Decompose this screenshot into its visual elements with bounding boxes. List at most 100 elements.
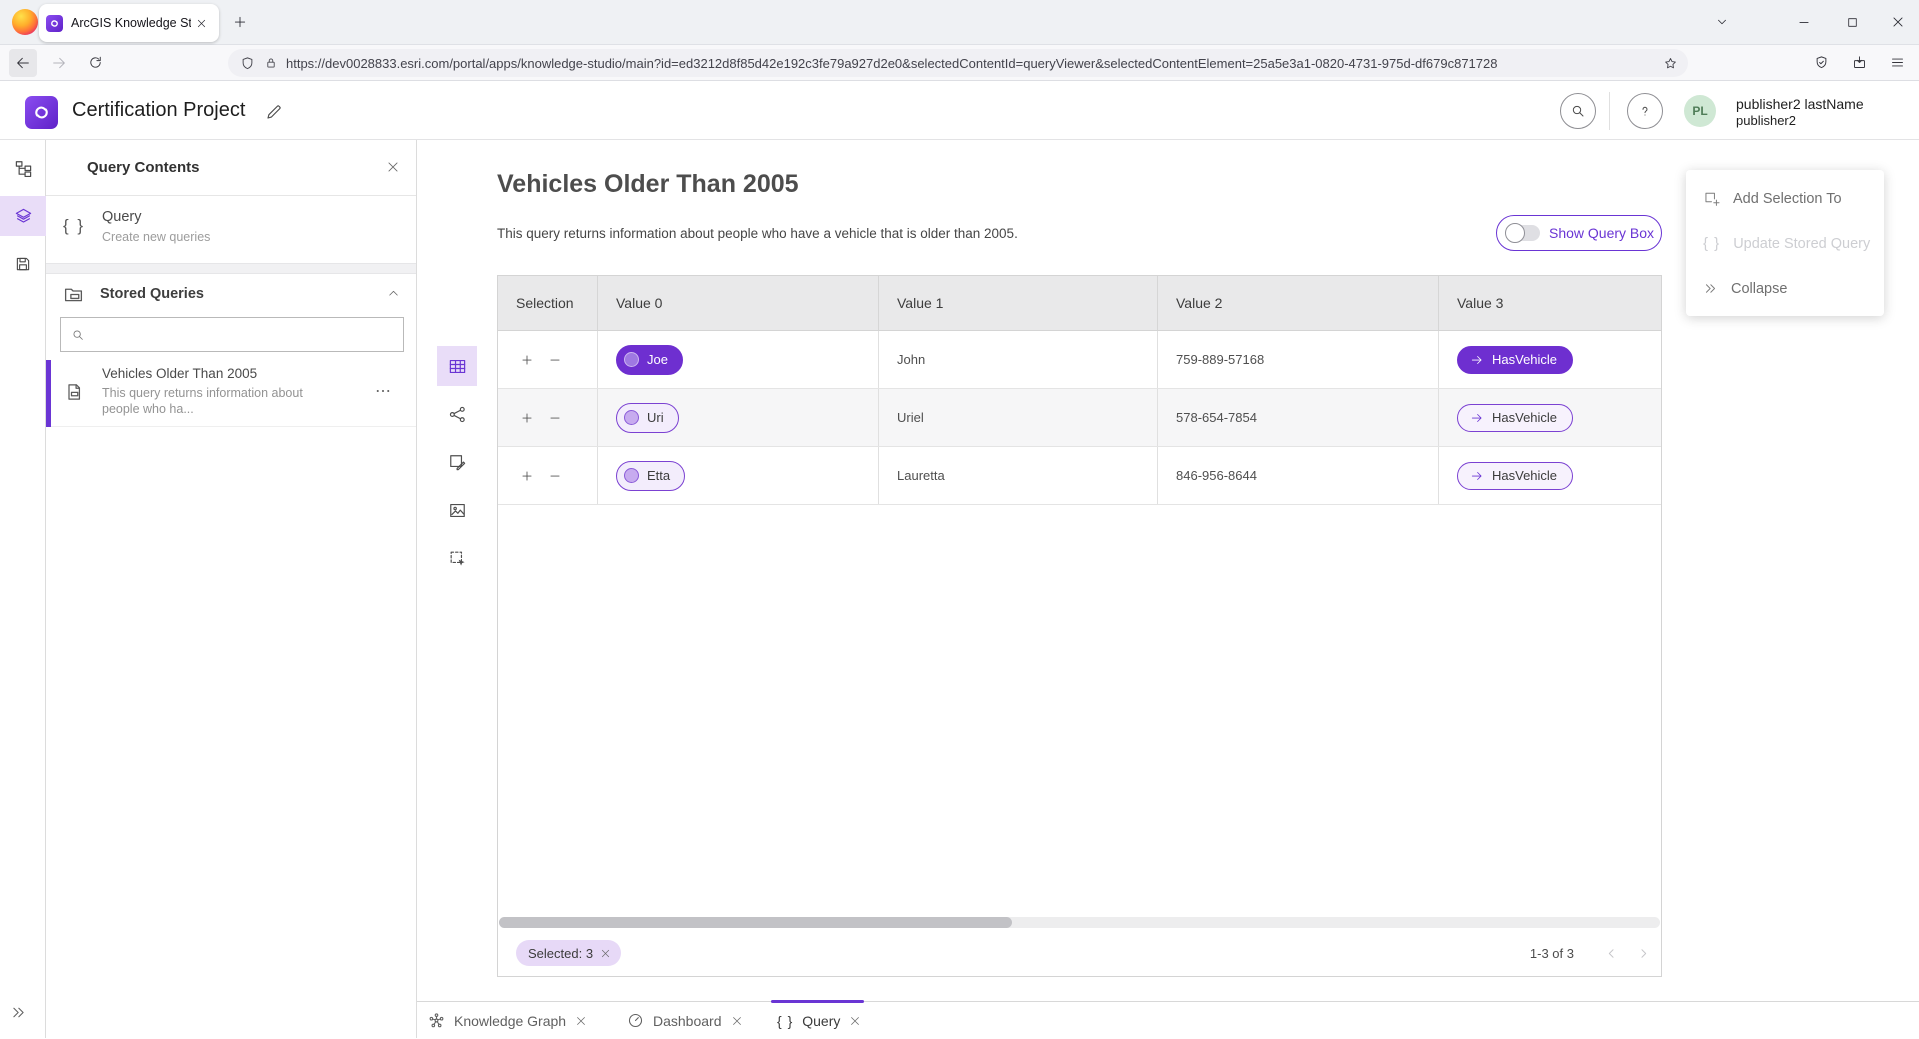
help-button[interactable] bbox=[1627, 93, 1663, 129]
entity-pill[interactable]: Joe bbox=[616, 345, 683, 375]
arrow-right-icon bbox=[1470, 411, 1484, 425]
search-button[interactable] bbox=[1560, 93, 1596, 129]
contents-layers-icon[interactable] bbox=[0, 196, 46, 236]
braces-icon: { } bbox=[1703, 235, 1720, 252]
add-to-selection-icon[interactable] bbox=[516, 407, 538, 429]
firefox-icon[interactable] bbox=[12, 9, 38, 35]
remove-from-selection-icon[interactable] bbox=[544, 407, 566, 429]
reload-button[interactable] bbox=[81, 49, 109, 77]
close-tab-icon[interactable] bbox=[849, 1015, 861, 1027]
new-tab-button[interactable] bbox=[227, 9, 253, 35]
double-chevron-right-icon bbox=[1703, 281, 1718, 296]
bottom-tab-bar: Knowledge Graph Dashboard { } Query bbox=[417, 1001, 1919, 1038]
selected-count-chip[interactable]: Selected: 3 bbox=[516, 940, 621, 966]
remove-from-selection-icon[interactable] bbox=[544, 465, 566, 487]
next-page-icon[interactable] bbox=[1635, 945, 1651, 961]
column-header[interactable]: Selection bbox=[498, 276, 598, 330]
stored-queries-header[interactable]: Stored Queries bbox=[46, 274, 416, 314]
selected-indicator bbox=[46, 360, 51, 427]
window-maximize-icon[interactable] bbox=[1839, 9, 1865, 35]
library-icon[interactable] bbox=[1846, 49, 1872, 75]
clear-selection-icon[interactable] bbox=[600, 948, 611, 959]
save-icon[interactable] bbox=[0, 244, 46, 284]
relationship-pill[interactable]: HasVehicle bbox=[1457, 346, 1573, 374]
cell-value: 578-654-7854 bbox=[1158, 389, 1439, 446]
add-to-selection-icon[interactable] bbox=[516, 465, 538, 487]
panel-close-icon[interactable] bbox=[386, 160, 400, 174]
shield-icon[interactable] bbox=[1808, 49, 1834, 75]
window-close-icon[interactable] bbox=[1885, 9, 1911, 35]
menu-item-update-stored-query[interactable]: { } Update Stored Query bbox=[1686, 221, 1884, 266]
scrollbar-thumb[interactable] bbox=[499, 917, 1012, 928]
column-header[interactable]: Value 3 bbox=[1439, 276, 1661, 330]
user-avatar[interactable]: PL bbox=[1684, 95, 1716, 127]
query-item[interactable]: { } Query Create new queries bbox=[46, 196, 416, 263]
table-view-icon[interactable] bbox=[437, 346, 477, 386]
link-chart-view-icon[interactable] bbox=[437, 394, 477, 434]
data-model-icon[interactable] bbox=[0, 148, 46, 188]
project-title: Certification Project bbox=[72, 99, 245, 122]
menu-item-collapse[interactable]: Collapse bbox=[1686, 266, 1884, 311]
stored-queries-title: Stored Queries bbox=[100, 286, 204, 302]
map-view-icon[interactable] bbox=[437, 490, 477, 530]
toggle-switch[interactable] bbox=[1506, 225, 1540, 241]
tab-close-icon[interactable] bbox=[191, 13, 211, 33]
panel-header: Query Contents bbox=[46, 140, 416, 196]
entity-dot-icon bbox=[624, 352, 639, 367]
table-footer: Selected: 3 1-3 of 3 bbox=[498, 930, 1661, 976]
add-to-selection-icon[interactable] bbox=[516, 349, 538, 371]
tab-dashboard[interactable]: Dashboard bbox=[627, 1002, 743, 1039]
stored-queries-search-input[interactable] bbox=[94, 327, 393, 342]
menu-icon[interactable] bbox=[1884, 49, 1910, 75]
entity-pill[interactable]: Etta bbox=[616, 461, 685, 491]
edit-title-icon[interactable] bbox=[265, 103, 283, 121]
url-bar[interactable]: https://dev0028833.esri.com/portal/apps/… bbox=[228, 49, 1688, 77]
entity-dot-icon bbox=[624, 468, 639, 483]
url-text[interactable]: https://dev0028833.esri.com/portal/apps/… bbox=[286, 56, 1663, 71]
item-options-icon[interactable] bbox=[374, 382, 392, 400]
table-row[interactable]: Uri Uriel 578-654-7854 HasVehicle bbox=[498, 389, 1661, 447]
query-item-title: Query bbox=[102, 209, 142, 225]
horizontal-scrollbar[interactable] bbox=[499, 917, 1660, 928]
browser-tab-title: ArcGIS Knowledge Studio bbox=[71, 16, 191, 30]
table-row[interactable]: Etta Lauretta 846-956-8644 HasVehicle bbox=[498, 447, 1661, 505]
column-header[interactable]: Value 2 bbox=[1158, 276, 1439, 330]
column-header[interactable]: Value 0 bbox=[598, 276, 879, 330]
stored-queries-search[interactable] bbox=[60, 317, 404, 352]
expand-panel-icon[interactable] bbox=[10, 1004, 27, 1021]
tab-knowledge-graph[interactable]: Knowledge Graph bbox=[428, 1002, 587, 1039]
chevron-up-icon[interactable] bbox=[387, 287, 400, 300]
relationship-pill[interactable]: HasVehicle bbox=[1457, 404, 1573, 432]
chart-view-icon[interactable] bbox=[437, 442, 477, 482]
close-tab-icon[interactable] bbox=[575, 1015, 587, 1027]
tab-query[interactable]: { } Query bbox=[777, 1002, 861, 1039]
close-tab-icon[interactable] bbox=[731, 1015, 743, 1027]
cell-value: 846-956-8644 bbox=[1158, 447, 1439, 504]
show-query-box-toggle[interactable]: Show Query Box bbox=[1496, 215, 1662, 251]
window-minimize-icon[interactable] bbox=[1791, 9, 1817, 35]
braces-icon: { } bbox=[63, 216, 85, 236]
view-rail bbox=[437, 346, 477, 578]
selection-tools-icon[interactable] bbox=[437, 538, 477, 578]
remove-from-selection-icon[interactable] bbox=[544, 349, 566, 371]
lock-icon[interactable] bbox=[264, 56, 278, 70]
relationship-pill[interactable]: HasVehicle bbox=[1457, 462, 1573, 490]
previous-page-icon[interactable] bbox=[1603, 945, 1619, 961]
browser-tab[interactable]: ArcGIS Knowledge Studio bbox=[39, 4, 219, 42]
table-row[interactable]: Joe John 759-889-57168 HasVehicle bbox=[498, 331, 1661, 389]
menu-item-add-selection-to[interactable]: Add Selection To bbox=[1686, 176, 1884, 221]
bookmark-star-icon[interactable] bbox=[1663, 56, 1678, 71]
stored-query-item[interactable]: Vehicles Older Than 2005 This query retu… bbox=[46, 360, 416, 427]
back-button[interactable] bbox=[9, 49, 37, 77]
entity-dot-icon bbox=[624, 410, 639, 425]
column-header[interactable]: Value 1 bbox=[879, 276, 1158, 330]
query-contents-panel: Query Contents { } Query Create new quer… bbox=[46, 140, 417, 1038]
browser-tab-strip: ArcGIS Knowledge Studio bbox=[0, 0, 1919, 45]
tracking-protection-shield-icon[interactable] bbox=[240, 56, 255, 71]
forward-button[interactable] bbox=[45, 49, 73, 77]
panel-title: Query Contents bbox=[87, 159, 200, 176]
cell-value: 759-889-57168 bbox=[1158, 331, 1439, 388]
entity-pill[interactable]: Uri bbox=[616, 403, 679, 433]
folder-icon bbox=[63, 284, 84, 305]
list-tabs-icon[interactable] bbox=[1709, 9, 1735, 35]
